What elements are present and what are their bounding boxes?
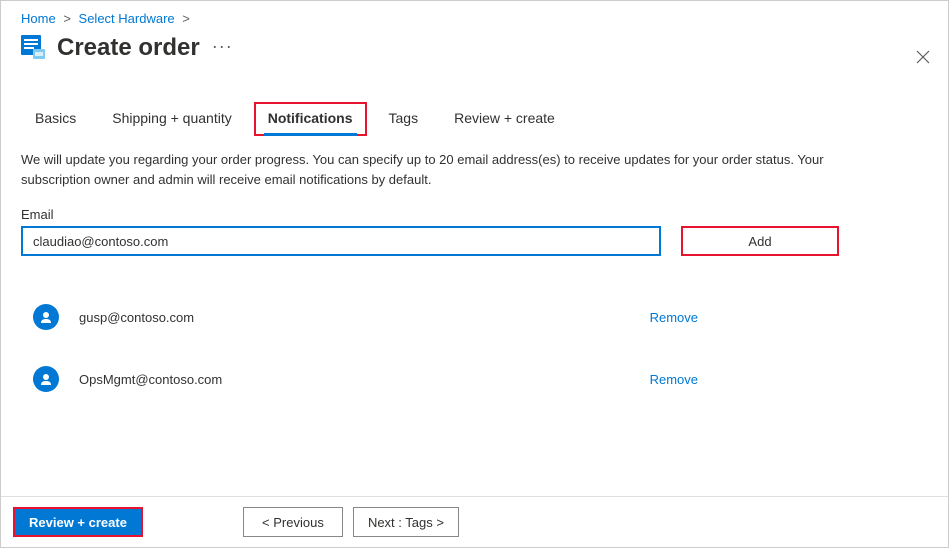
list-item: OpsMgmt@contoso.com Remove: [21, 348, 928, 410]
remove-link[interactable]: Remove: [650, 310, 698, 325]
page-title: Create order: [57, 34, 200, 62]
close-icon: [916, 48, 930, 68]
email-address: OpsMgmt@contoso.com: [79, 372, 650, 387]
notifications-description: We will update you regarding your order …: [1, 136, 901, 189]
email-label: Email: [1, 189, 948, 226]
email-input-row: Add: [1, 226, 948, 256]
email-input[interactable]: [21, 226, 661, 256]
breadcrumb-select-hardware[interactable]: Select Hardware: [79, 11, 175, 26]
tabs: Basics Shipping + quantity Notifications…: [1, 72, 948, 136]
tab-notifications[interactable]: Notifications: [254, 102, 367, 136]
tab-tags[interactable]: Tags: [375, 102, 433, 136]
breadcrumb-home[interactable]: Home: [21, 11, 56, 26]
chevron-right-icon: >: [63, 11, 71, 26]
email-address: gusp@contoso.com: [79, 310, 650, 325]
breadcrumb: Home > Select Hardware >: [1, 1, 948, 30]
close-button[interactable]: [916, 49, 930, 67]
next-button[interactable]: Next : Tags >: [353, 507, 459, 537]
add-button[interactable]: Add: [681, 226, 839, 256]
more-menu[interactable]: ···: [212, 36, 233, 61]
person-icon: [33, 366, 59, 392]
page-header: Create order ···: [1, 30, 948, 72]
tab-basics[interactable]: Basics: [21, 102, 90, 136]
remove-link[interactable]: Remove: [650, 372, 698, 387]
order-icon: [21, 35, 47, 61]
tab-review[interactable]: Review + create: [440, 102, 569, 136]
previous-button[interactable]: < Previous: [243, 507, 343, 537]
person-icon: [33, 304, 59, 330]
review-create-button[interactable]: Review + create: [13, 507, 143, 537]
chevron-right-icon: >: [182, 11, 190, 26]
list-item: gusp@contoso.com Remove: [21, 286, 928, 348]
email-list: gusp@contoso.com Remove OpsMgmt@contoso.…: [1, 256, 948, 410]
footer: Review + create < Previous Next : Tags >: [1, 496, 948, 547]
tab-shipping[interactable]: Shipping + quantity: [98, 102, 245, 136]
